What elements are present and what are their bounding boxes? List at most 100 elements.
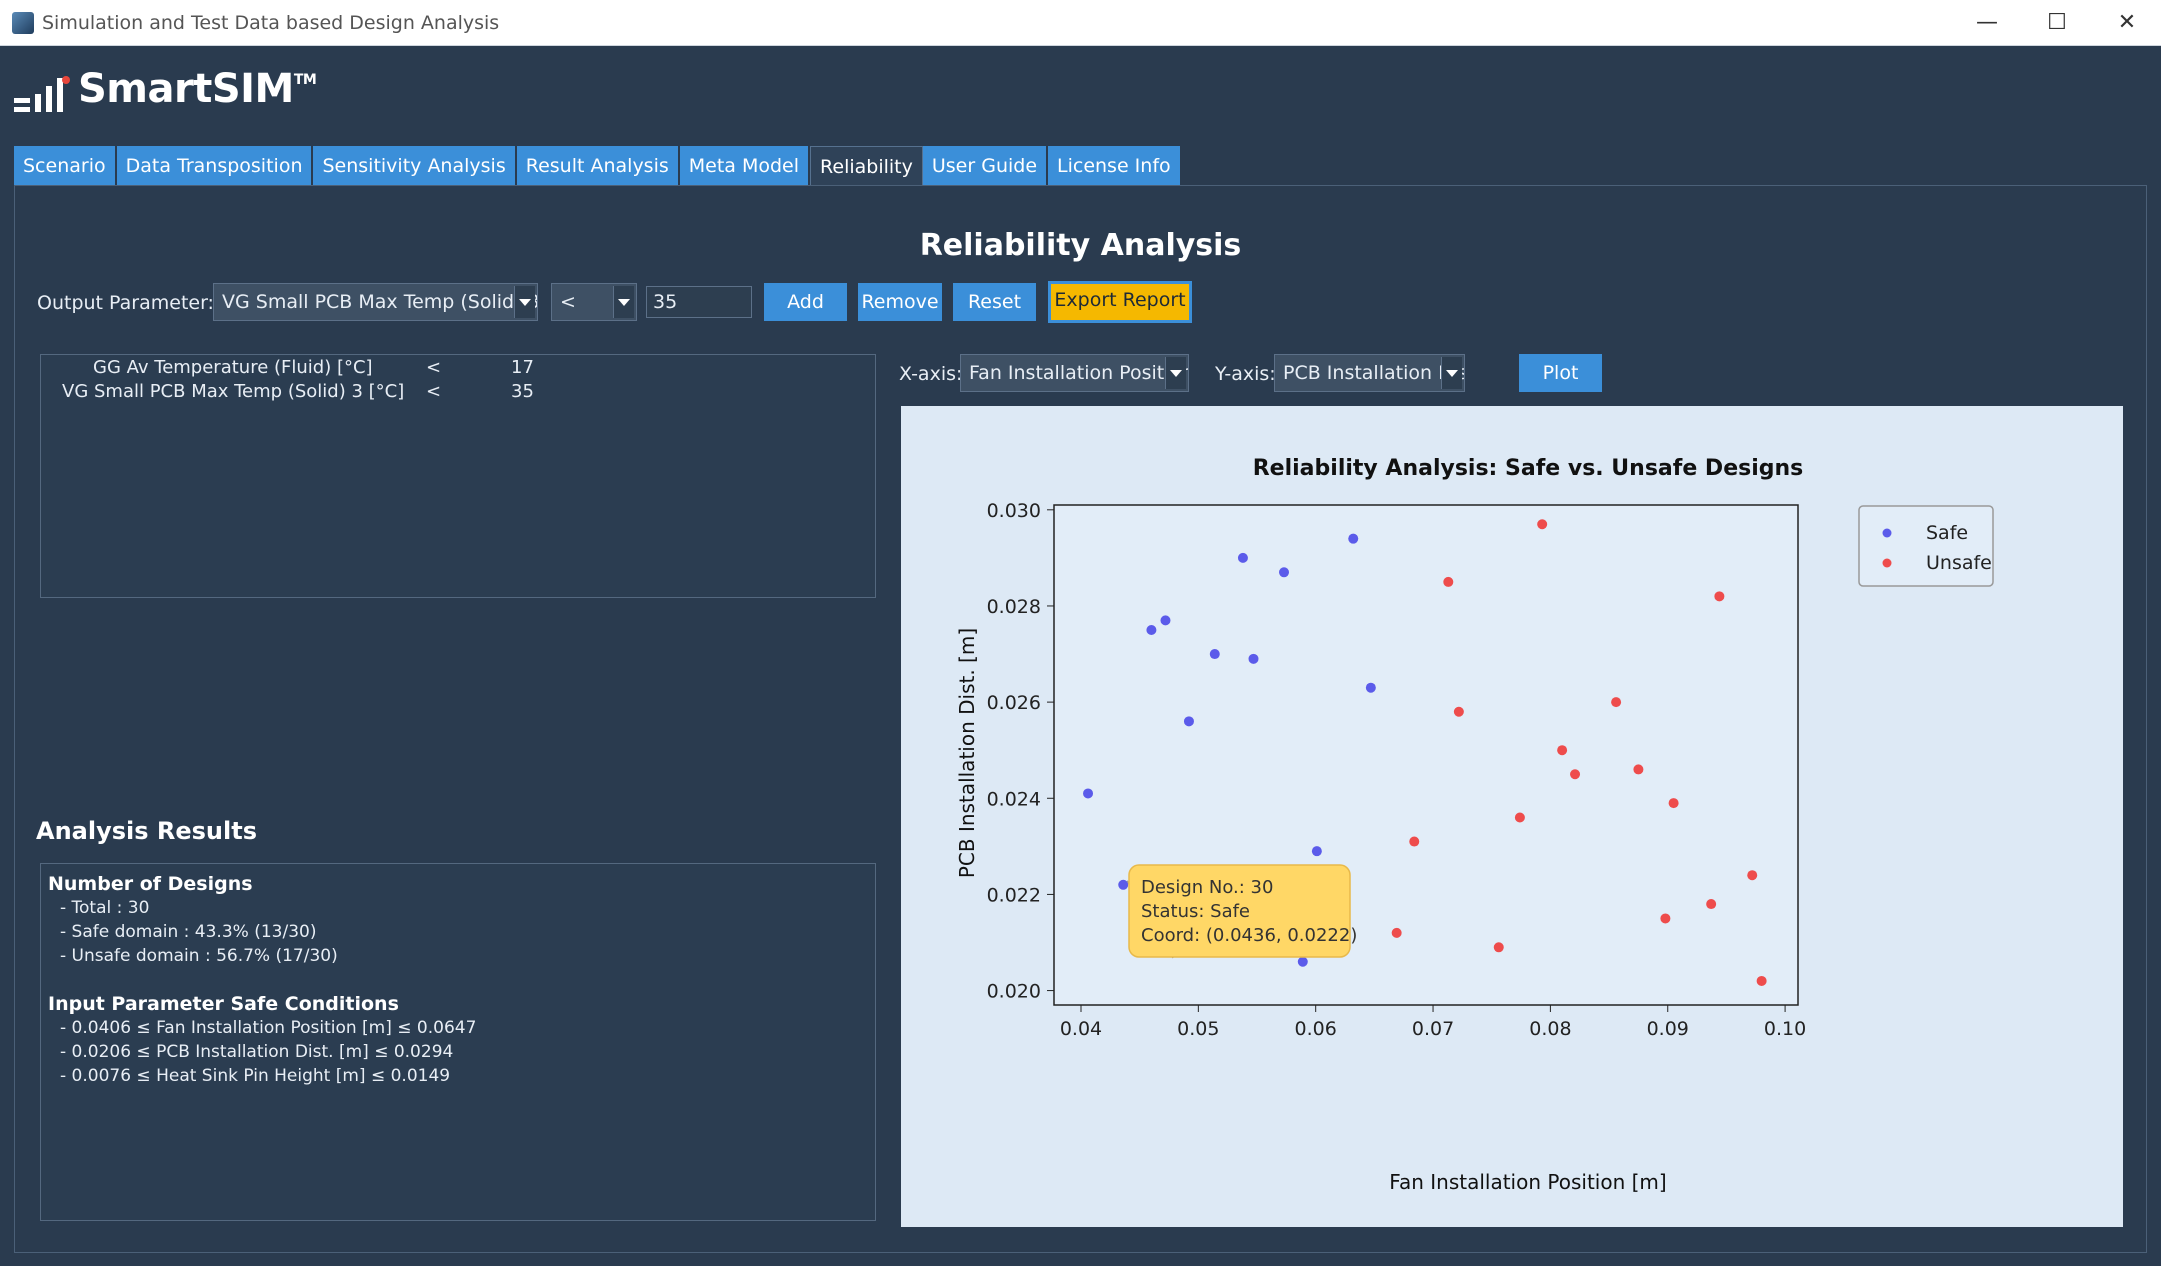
app-icon xyxy=(12,12,34,34)
x-axis-select[interactable]: Fan Installation Position xyxy=(960,354,1189,392)
chevron-down-icon xyxy=(514,286,535,318)
condition-value: 35 xyxy=(511,381,534,402)
condition-value: 17 xyxy=(511,357,534,378)
tooltip-coord: Coord: (0.0436, 0.0222) xyxy=(1141,925,1357,946)
unsafe-design-point[interactable] xyxy=(1443,576,1454,587)
unsafe-design-point[interactable] xyxy=(1611,697,1622,708)
tab-sensitivity-analysis[interactable]: Sensitivity Analysis xyxy=(313,146,517,186)
unsafe-design-point[interactable] xyxy=(1514,812,1525,823)
unsafe-design-point[interactable] xyxy=(1706,899,1717,910)
tab-data-transposition[interactable]: Data Transposition xyxy=(116,146,314,186)
logo-bars-icon xyxy=(14,76,70,112)
y-tick-label: 0.030 xyxy=(987,500,1041,522)
safe-design-point[interactable] xyxy=(1348,533,1359,544)
safe-design-point[interactable] xyxy=(1311,846,1322,857)
x-tick-label: 0.05 xyxy=(1177,1018,1219,1040)
tab-scenario[interactable]: Scenario xyxy=(14,146,117,186)
tab-license-info[interactable]: License Info xyxy=(1048,146,1182,186)
tab-result-analysis[interactable]: Result Analysis xyxy=(516,146,680,186)
unsafe-design-point[interactable] xyxy=(1668,798,1679,809)
safe-design-point[interactable] xyxy=(1297,956,1308,967)
unsafe-design-point[interactable] xyxy=(1493,942,1504,953)
safe-design-point[interactable] xyxy=(1146,625,1157,635)
logo-tm: TM xyxy=(293,72,317,88)
safe-design-point[interactable] xyxy=(1279,567,1290,578)
x-axis-title: Fan Installation Position [m] xyxy=(1389,1170,1666,1194)
safe-condition-1: - 0.0406 ≤ Fan Installation Position [m]… xyxy=(60,1018,477,1038)
unsafe-design-point[interactable] xyxy=(1660,913,1671,924)
output-parameter-label: Output Parameter: xyxy=(37,292,214,314)
close-button[interactable]: ✕ xyxy=(2097,6,2157,40)
threshold-input[interactable]: 35 xyxy=(646,286,752,318)
legend-unsafe-label: Unsafe xyxy=(1926,552,1992,574)
operator-value: < xyxy=(560,291,576,313)
maximize-button[interactable]: ☐ xyxy=(2027,6,2087,40)
scatter-chart[interactable]: Reliability Analysis: Safe vs. Unsafe De… xyxy=(901,406,2123,1227)
y-tick-label: 0.024 xyxy=(987,788,1041,810)
safe-design-point[interactable] xyxy=(1209,649,1220,660)
design-tooltip: Design No.: 30 Status: Safe Coord: (0.04… xyxy=(1126,864,1357,959)
operator-select[interactable]: < xyxy=(551,283,637,321)
x-tick-label: 0.07 xyxy=(1412,1018,1454,1040)
tab-meta-model[interactable]: Meta Model xyxy=(679,146,811,186)
safe-design-point[interactable] xyxy=(1083,788,1094,799)
x-tick-label: 0.09 xyxy=(1647,1018,1689,1040)
unsafe-design-point[interactable] xyxy=(1391,927,1402,938)
y-axis-title: PCB Installation Dist. [m] xyxy=(955,628,979,878)
x-axis-value: Fan Installation Position xyxy=(969,362,1189,384)
unsafe-design-point[interactable] xyxy=(1633,764,1644,775)
output-parameter-select[interactable]: VG Small PCB Max Temp (Solid) 3 xyxy=(213,283,538,321)
unsafe-domain: - Unsafe domain : 56.7% (17/30) xyxy=(60,946,338,966)
condition-name: GG Av Temperature (Fluid) [°C] xyxy=(93,357,373,378)
analysis-results-title: Analysis Results xyxy=(36,817,257,845)
output-parameter-value: VG Small PCB Max Temp (Solid) 3 xyxy=(222,291,538,313)
total-designs: - Total : 30 xyxy=(60,898,150,918)
safe-design-point[interactable] xyxy=(1183,716,1194,727)
x-tick-label: 0.04 xyxy=(1060,1018,1102,1040)
conditions-list[interactable]: GG Av Temperature (Fluid) [°C] < 17 VG S… xyxy=(40,354,876,598)
condition-operator: < xyxy=(426,357,442,378)
tab-reliability[interactable]: Reliability xyxy=(810,146,923,186)
unsafe-design-point[interactable] xyxy=(1714,591,1725,602)
safe-conditions-heading: Input Parameter Safe Conditions xyxy=(48,993,399,1015)
tab-user-guide[interactable]: User Guide xyxy=(922,146,1049,186)
legend-unsafe-marker xyxy=(1882,558,1892,568)
safe-design-point[interactable] xyxy=(1160,615,1171,626)
y-tick-label: 0.020 xyxy=(987,981,1041,1003)
condition-operator: < xyxy=(426,381,442,402)
legend-safe-marker xyxy=(1882,528,1892,538)
reset-button[interactable]: Reset xyxy=(953,283,1036,321)
safe-domain: - Safe domain : 43.3% (13/30) xyxy=(60,922,317,942)
window-titlebar: Simulation and Test Data based Design An… xyxy=(0,0,2161,46)
safe-design-point[interactable] xyxy=(1248,653,1259,664)
legend-safe-label: Safe xyxy=(1926,522,1968,544)
safe-design-point[interactable] xyxy=(1365,682,1376,693)
main-tabs: Scenario Data Transposition Sensitivity … xyxy=(14,146,1182,186)
minimize-button[interactable]: — xyxy=(1957,6,2017,40)
remove-button[interactable]: Remove xyxy=(858,283,942,321)
unsafe-design-point[interactable] xyxy=(1537,519,1548,530)
unsafe-design-point[interactable] xyxy=(1557,745,1568,756)
export-report-button[interactable]: Export Report xyxy=(1048,281,1192,323)
y-axis-select[interactable]: PCB Installation Dist. [m] xyxy=(1274,354,1465,392)
y-axis-value: PCB Installation Dist. [m] xyxy=(1283,362,1464,384)
unsafe-design-point[interactable] xyxy=(1747,870,1758,881)
y-tick-label: 0.028 xyxy=(987,596,1041,618)
plot-button[interactable]: Plot xyxy=(1519,354,1602,392)
condition-name: VG Small PCB Max Temp (Solid) 3 [°C] xyxy=(62,381,405,402)
page-title: Reliability Analysis xyxy=(919,228,1242,263)
unsafe-design-point[interactable] xyxy=(1453,706,1464,717)
unsafe-design-point[interactable] xyxy=(1409,836,1420,847)
add-button[interactable]: Add xyxy=(764,283,847,321)
chevron-down-icon xyxy=(1165,357,1186,389)
unsafe-design-point[interactable] xyxy=(1570,769,1581,780)
chart-legend: Safe Unsafe xyxy=(1858,505,1994,587)
x-axis-label: X-axis: xyxy=(899,363,963,385)
x-tick-label: 0.10 xyxy=(1764,1018,1806,1040)
y-tick-label: 0.022 xyxy=(987,884,1041,906)
safe-design-point[interactable] xyxy=(1237,552,1248,563)
chevron-down-icon xyxy=(1441,357,1462,389)
unsafe-design-point[interactable] xyxy=(1756,975,1767,986)
analysis-results-box: Number of Designs - Total : 30 - Safe do… xyxy=(40,863,876,1221)
safe-condition-2: - 0.0206 ≤ PCB Installation Dist. [m] ≤ … xyxy=(60,1042,454,1062)
